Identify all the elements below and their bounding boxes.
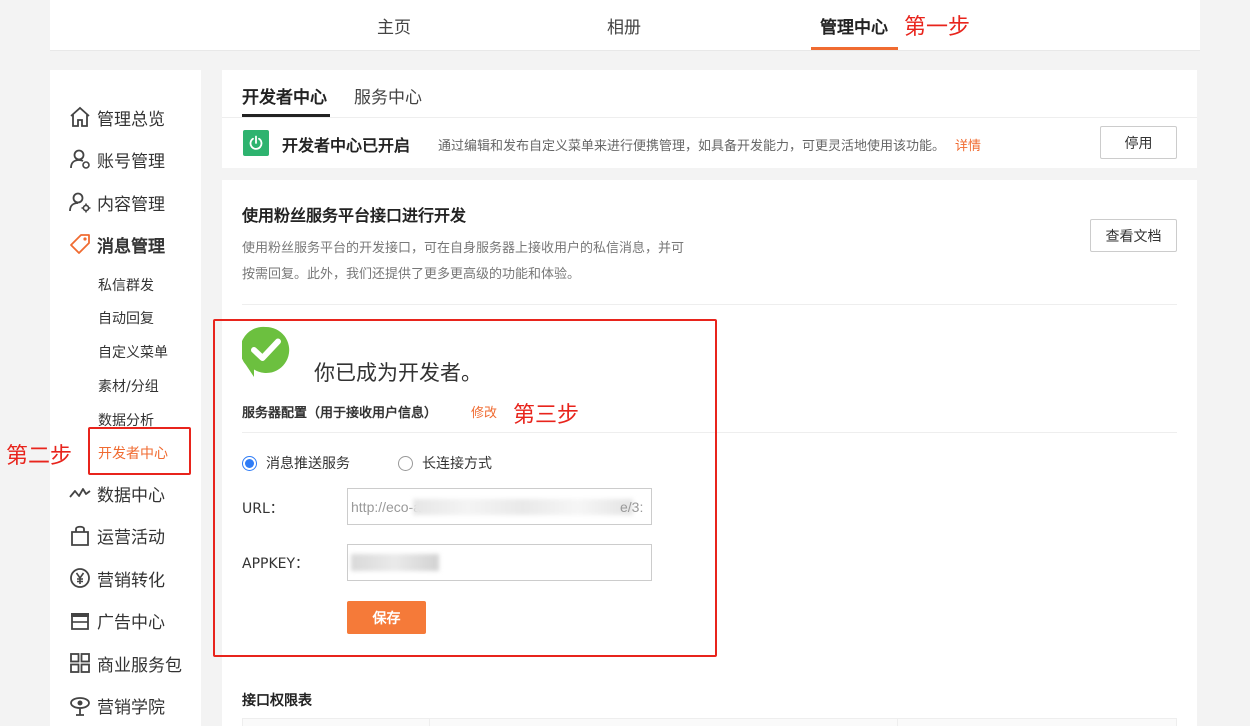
sidebar-item-label: 营销学院 (97, 697, 165, 718)
yen-icon (67, 565, 93, 591)
tab-service-center[interactable]: 服务中心 (354, 83, 422, 108)
submenu-auto-reply[interactable]: 自动回复 (98, 308, 154, 328)
sidebar-item-business[interactable]: 商业服务包 (67, 650, 182, 676)
topnav-album[interactable]: 相册 (607, 13, 641, 38)
sidebar-item-content[interactable]: 内容管理 (67, 189, 165, 215)
highlight-box-step3 (213, 319, 717, 657)
sidebar-item-label: 内容管理 (97, 194, 165, 215)
status-description: 通过编辑和发布自定义菜单来进行便携管理，如具备开发能力，可更灵活地使用该功能。详… (438, 135, 981, 154)
table-divider (429, 719, 430, 726)
tab-active-indicator (242, 114, 330, 117)
desc-line-2: 按需回复。此外，我们还提供了更多更高级的功能和体验。 (242, 267, 581, 282)
shop-icon (67, 607, 93, 633)
annotation-step1: 第一步 (904, 15, 971, 40)
disable-button[interactable]: 停用 (1100, 126, 1177, 159)
grid-icon (67, 650, 93, 676)
tab-bar: 开发者中心 服务中心 (222, 70, 1197, 118)
topnav-active-indicator (811, 47, 898, 50)
chart-line-icon (67, 480, 93, 506)
highlight-box-step2 (88, 427, 191, 475)
status-desc-text: 通过编辑和发布自定义菜单来进行便携管理，如具备开发能力，可更灵活地使用该功能。 (438, 139, 946, 154)
sidebar-item-label: 运营活动 (97, 527, 165, 548)
account-icon (67, 146, 93, 172)
divider (242, 304, 1177, 305)
sidebar-item-overview[interactable]: 管理总览 (67, 104, 165, 130)
table-divider (897, 719, 898, 726)
details-link[interactable]: 详情 (955, 139, 981, 154)
developer-status-bar: 开发者中心已开启 通过编辑和发布自定义菜单来进行便携管理，如具备开发能力，可更灵… (222, 118, 1197, 168)
sidebar-item-label: 营销转化 (97, 570, 165, 591)
message-tag-icon (67, 231, 93, 257)
section-title: 使用粉丝服务平台接口进行开发 (242, 206, 467, 225)
power-icon (243, 130, 269, 156)
annotation-step3: 第三步 (513, 403, 580, 428)
view-docs-button[interactable]: 查看文档 (1090, 219, 1177, 252)
annotation-step2: 第二步 (6, 444, 73, 469)
submenu-custom-menu[interactable]: 自定义菜单 (98, 342, 168, 362)
submenu-mass-message[interactable]: 私信群发 (98, 275, 154, 295)
api-permission-table-header (242, 718, 1177, 726)
sidebar-item-label: 消息管理 (97, 236, 165, 257)
submenu-material[interactable]: 素材/分组 (98, 376, 159, 396)
sidebar-item-label: 管理总览 (97, 109, 165, 130)
sidebar-item-account[interactable]: 账号管理 (67, 146, 165, 172)
sidebar-item-operation[interactable]: 运营活动 (67, 522, 165, 548)
status-title: 开发者中心已开启 (282, 136, 411, 155)
topnav-home[interactable]: 主页 (377, 13, 411, 38)
sidebar-item-label: 广告中心 (97, 612, 165, 633)
desc-line-1: 使用粉丝服务平台的开发接口，可在自身服务器上接收用户的私信消息，并可 (242, 241, 685, 256)
sidebar-item-marketing[interactable]: 营销转化 (67, 565, 165, 591)
home-icon (67, 104, 93, 130)
top-nav: 主页 相册 管理中心 (50, 0, 1200, 51)
section-description: 使用粉丝服务平台的开发接口，可在自身服务器上接收用户的私信消息，并可 按需回复。… (242, 236, 762, 288)
sidebar-item-label: 账号管理 (97, 151, 165, 172)
sidebar-item-label: 商业服务包 (97, 655, 182, 676)
api-permission-table-title: 接口权限表 (242, 693, 312, 709)
sidebar-item-data[interactable]: 数据中心 (67, 480, 165, 506)
tab-developer-center[interactable]: 开发者中心 (242, 83, 327, 108)
bag-icon (67, 522, 93, 548)
academy-icon (67, 692, 93, 718)
sidebar-item-ads[interactable]: 广告中心 (67, 607, 165, 633)
sidebar-item-academy[interactable]: 营销学院 (67, 692, 165, 718)
sidebar-item-message[interactable]: 消息管理 (67, 231, 165, 257)
content-icon (67, 189, 93, 215)
sidebar: 管理总览 账号管理 内容管理 消息管理 私信群发 自动回复 自定义菜单 素材/分… (50, 70, 201, 726)
sidebar-item-label: 数据中心 (97, 485, 165, 506)
topnav-management[interactable]: 管理中心 (820, 13, 888, 38)
